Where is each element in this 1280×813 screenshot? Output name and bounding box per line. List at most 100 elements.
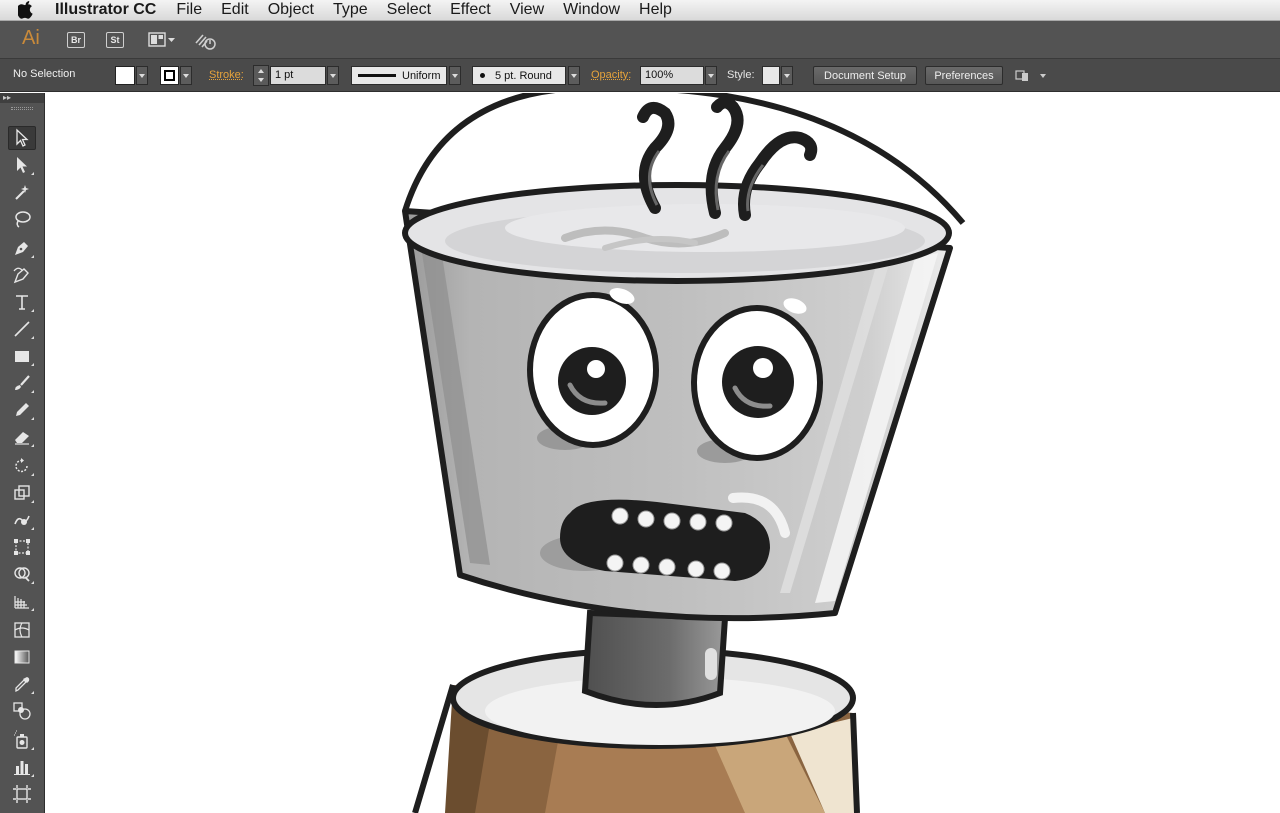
variable-width-profile[interactable]: Uniform [351,66,447,85]
pen-tool[interactable] [8,236,36,260]
selection-arrow-icon [16,128,29,147]
perspective-grid-icon [14,596,29,609]
style-dropdown[interactable] [781,66,793,85]
bridge-button[interactable]: Br [67,32,85,48]
brush-dot-icon [480,73,485,78]
direct-selection-icon [17,157,27,173]
stock-button[interactable]: St [106,32,124,48]
mesh-icon [14,622,30,638]
robot-illustration[interactable] [45,93,1280,813]
opacity-label[interactable]: Opacity: [591,69,631,81]
apple-icon[interactable] [15,0,37,21]
stroke-label[interactable]: Stroke: [209,69,244,81]
brush-definition[interactable]: 5 pt. Round [472,66,566,85]
pencil-tool[interactable] [8,398,36,422]
style-swatch[interactable] [762,66,780,85]
gpu-performance-icon[interactable] [194,31,218,51]
canvas[interactable] [45,93,1280,813]
artboard-icon [13,785,31,803]
profile-label: Uniform [402,69,441,82]
menu-view[interactable]: View [510,1,544,19]
profile-dropdown[interactable] [449,66,461,85]
paintbrush-tool[interactable] [8,371,36,395]
brush-label: 5 pt. Round [495,69,552,82]
eraser-tool[interactable] [8,425,36,449]
profile-line-icon [358,74,396,77]
menu-select[interactable]: Select [387,1,431,19]
gradient-icon [14,650,30,664]
menu-file[interactable]: File [176,1,202,19]
line-segment-icon [14,321,30,337]
application-bar: Ai Br St [0,21,1280,59]
perspective-grid-tool[interactable] [8,589,36,613]
ai-logo: Ai [22,27,40,49]
eyedropper-icon [15,677,30,693]
arrange-documents-button[interactable] [148,30,178,50]
shape-builder-tool[interactable] [8,562,36,586]
lasso-tool[interactable] [8,207,36,231]
fill-dropdown[interactable] [136,66,148,85]
stroke-swatch[interactable] [160,66,179,85]
style-label: Style: [727,69,755,81]
selection-status: No Selection [13,68,76,80]
menu-object[interactable]: Object [268,1,314,19]
align-options-button[interactable] [1014,67,1050,85]
robot-neck[interactable] [581,609,729,708]
menu-edit[interactable]: Edit [221,1,249,19]
scale-icon [14,485,30,500]
menu-bar: Illustrator CC File Edit Object Type Sel… [0,0,1280,21]
tools-panel: ▸▸ [0,93,45,813]
lasso-icon [15,211,31,228]
menu-window[interactable]: Window [563,1,620,19]
tools-panel-grip[interactable] [0,103,44,113]
artboard-tool[interactable] [8,782,36,806]
symbol-sprayer-tool[interactable] [8,728,36,752]
mesh-tool[interactable] [8,618,36,642]
magic-wand-icon [15,185,29,200]
stroke-weight-field[interactable]: 1 pt [270,66,326,85]
line-tool[interactable] [8,317,36,341]
eyedropper-tool[interactable] [8,672,36,696]
menu-help[interactable]: Help [639,1,672,19]
magic-wand-tool[interactable] [8,180,36,204]
symbol-sprayer-icon [14,730,28,749]
free-transform-tool[interactable] [8,535,36,559]
free-transform-icon [14,539,30,555]
gradient-tool[interactable] [8,645,36,669]
app-menu[interactable]: Illustrator CC [55,1,156,19]
stroke-weight-stepper[interactable] [253,65,269,86]
paintbrush-icon [15,375,30,390]
curvature-tool[interactable] [8,263,36,287]
tools-panel-collapse[interactable]: ▸▸ [0,93,44,103]
scale-tool[interactable] [8,481,36,505]
column-graph-icon [14,761,30,775]
type-tool[interactable] [8,290,36,314]
rectangle-tool[interactable] [8,344,36,368]
eraser-icon [15,432,29,445]
pen-nib-icon [15,242,28,255]
document-setup-button[interactable]: Document Setup [813,66,917,85]
rotate-tool[interactable] [8,454,36,478]
blend-icon [13,702,31,720]
blend-tool[interactable] [8,699,36,723]
rectangle-icon [15,351,29,362]
graph-tool[interactable] [8,755,36,779]
stroke-weight-dropdown[interactable] [327,66,339,85]
rotate-icon [15,458,28,473]
control-panel: No Selection Stroke: 1 pt Uniform 5 pt. … [0,59,1280,92]
warp-icon [14,515,30,525]
warp-tool[interactable] [8,508,36,532]
opacity-field[interactable]: 100% [640,66,704,85]
menu-effect[interactable]: Effect [450,1,491,19]
pencil-icon [16,403,29,416]
type-t-icon [16,295,28,310]
brush-dropdown[interactable] [568,66,580,85]
preferences-button[interactable]: Preferences [925,66,1003,85]
selection-tool[interactable] [8,126,36,150]
stroke-dropdown[interactable] [180,66,192,85]
menu-type[interactable]: Type [333,1,368,19]
curvature-pen-icon [13,267,29,284]
opacity-slider-toggle[interactable] [705,66,717,85]
direct-selection-tool[interactable] [8,153,36,177]
fill-swatch[interactable] [115,66,135,85]
